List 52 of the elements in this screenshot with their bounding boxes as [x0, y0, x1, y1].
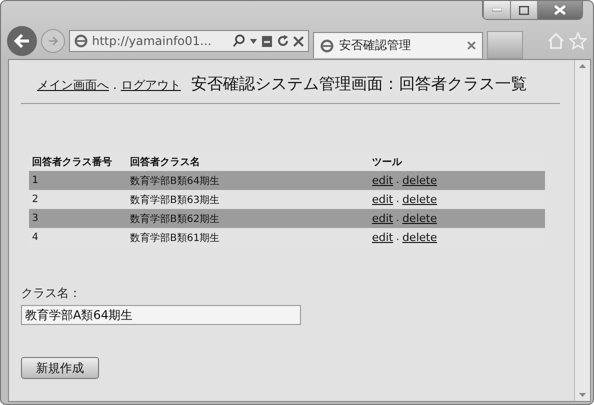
- delete-link[interactable]: delete: [402, 231, 437, 244]
- edit-link[interactable]: edit: [372, 174, 394, 187]
- table-cell-text: 2: [32, 194, 40, 205]
- minimize-icon: [492, 8, 502, 12]
- column-header: 回答者クラス番号: [32, 156, 113, 168]
- class-name-field[interactable]: 教育学部A類64期生: [21, 305, 301, 325]
- table-cell-text: 1: [32, 175, 40, 186]
- close-icon[interactable]: [293, 36, 304, 46]
- edit-link[interactable]: edit: [372, 212, 394, 225]
- column-header: ツール: [372, 156, 404, 168]
- new-tab-button[interactable]: [487, 31, 523, 59]
- logout-link[interactable]: ログアウト: [120, 77, 181, 94]
- refresh-icon[interactable]: [277, 35, 289, 47]
- scrollbar[interactable]: [574, 60, 590, 401]
- separator-text: .: [396, 232, 400, 243]
- table-cell-text: 数育学部B類62期生: [130, 212, 221, 226]
- dropdown-icon[interactable]: [250, 38, 257, 44]
- table-cell-text: 3: [32, 213, 40, 224]
- separator-text: .: [396, 175, 400, 186]
- minimize-button[interactable]: [483, 1, 510, 19]
- back-button[interactable]: [7, 26, 37, 56]
- edit-link[interactable]: edit: [372, 193, 394, 206]
- compatibility-icon[interactable]: [261, 34, 273, 48]
- browser-tab[interactable]: 安否確認管理: [313, 32, 483, 58]
- field-label: クラス名：: [21, 285, 82, 302]
- separator-text: .: [396, 213, 400, 224]
- separator-text: .: [396, 194, 400, 205]
- delete-link[interactable]: delete: [402, 174, 437, 187]
- separator-text: .: [113, 78, 117, 92]
- back-arrow-icon: [13, 33, 31, 49]
- table-cell-text: 数育学部B類64期生: [130, 174, 221, 188]
- table-cell-text: 数育学部B類61期生: [130, 232, 221, 244]
- scroll-up-icon[interactable]: [579, 64, 586, 68]
- delete-link[interactable]: delete: [402, 193, 437, 206]
- star-icon[interactable]: [569, 32, 587, 50]
- scroll-down-icon[interactable]: [579, 393, 586, 397]
- delete-link[interactable]: delete: [402, 212, 437, 225]
- forward-arrow-icon: [47, 35, 59, 47]
- edit-link[interactable]: edit: [372, 231, 394, 244]
- create-button[interactable]: 新規作成: [21, 357, 99, 379]
- search-icon[interactable]: [232, 34, 246, 48]
- table-cell-text: 4: [32, 232, 40, 243]
- maximize-icon: [519, 6, 529, 14]
- table-cell-text: 数育学部B類63期生: [130, 194, 221, 206]
- main-screen-link[interactable]: メイン画面へ: [37, 77, 109, 94]
- close-icon[interactable]: [467, 41, 476, 50]
- address-bar[interactable]: http://yamainfo01...: [69, 30, 309, 52]
- close-button[interactable]: [537, 1, 582, 19]
- close-icon: [554, 5, 566, 15]
- column-header: 回答者クラス名: [130, 156, 201, 168]
- maximize-button[interactable]: [510, 1, 537, 19]
- page-title: 安否確認システム管理画面：回答者クラス一覧: [190, 74, 527, 95]
